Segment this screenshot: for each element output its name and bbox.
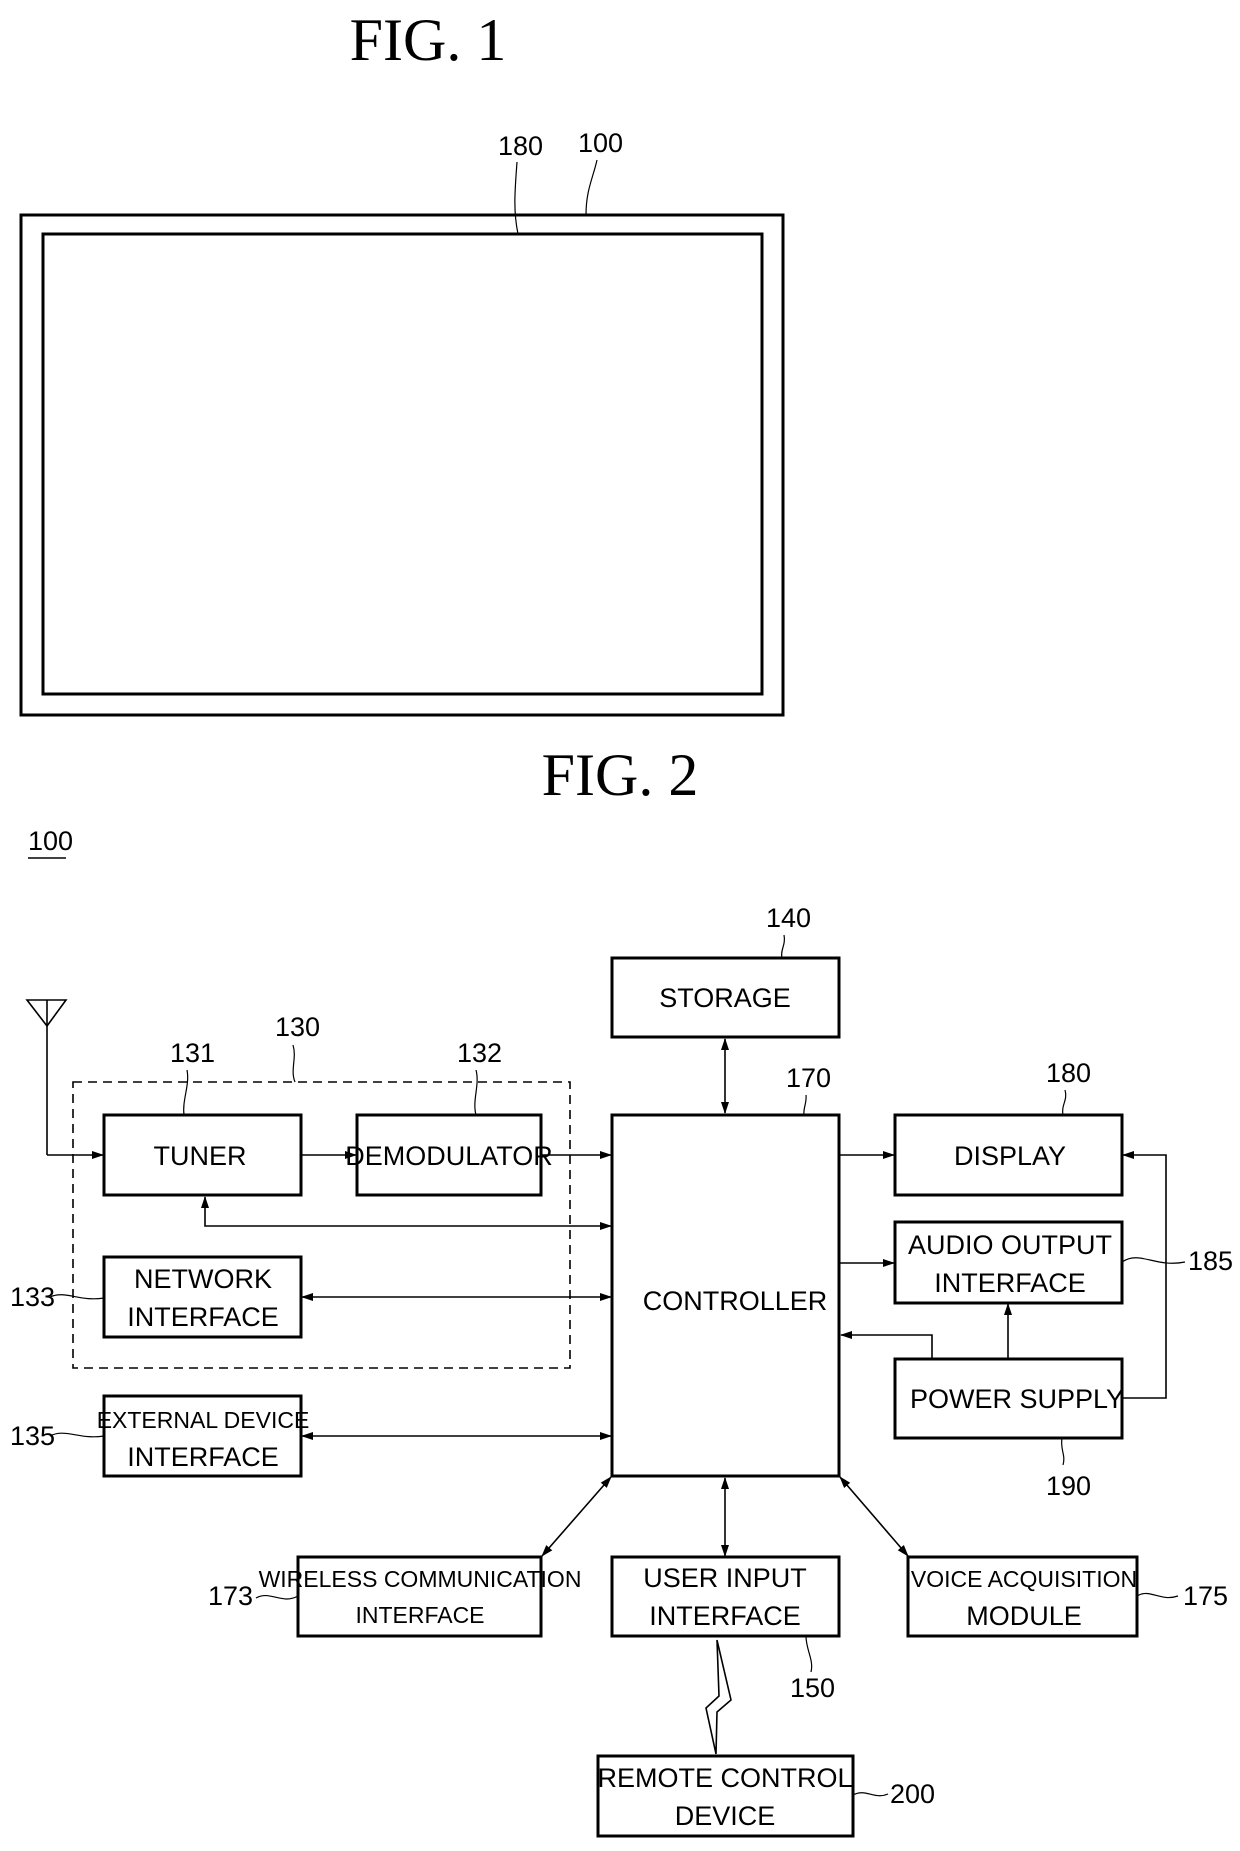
remote-control-device-block: REMOTE CONTROL DEVICE 200 — [596, 1754, 935, 1838]
storage-label: STORAGE — [659, 983, 791, 1013]
ref-label-140: 140 — [766, 903, 811, 933]
leader-line-180 — [1062, 1089, 1067, 1116]
leader-line-170 — [803, 1094, 807, 1116]
ref-label-131: 131 — [170, 1038, 215, 1068]
leader-line-130 — [292, 1044, 296, 1083]
controller-block: CONTROLLER 170 — [610, 1063, 841, 1478]
external-device-label-line1: EXTERNAL DEVICE — [97, 1407, 310, 1433]
controller-label: CONTROLLER — [643, 1286, 828, 1316]
arrow-power-controller — [840, 1331, 933, 1359]
leader-line-190 — [1060, 1437, 1065, 1466]
ref-label-135: 135 — [10, 1421, 55, 1451]
ref-label-173: 173 — [208, 1581, 253, 1611]
tv-bezel — [19, 213, 785, 717]
network-interface-label-line2: INTERFACE — [127, 1302, 279, 1332]
leader-line-200 — [852, 1792, 889, 1797]
arrow-power-display — [1122, 1151, 1167, 1399]
fig1-title: FIG. 1 — [350, 7, 507, 73]
power-supply-block: POWER SUPPLY 190 — [893, 1357, 1124, 1501]
audio-output-label-line2: INTERFACE — [934, 1268, 1086, 1298]
ref-label-133: 133 — [10, 1282, 55, 1312]
network-interface-block: NETWORK INTERFACE 133 — [10, 1255, 303, 1339]
storage-block: STORAGE 140 — [610, 903, 841, 1039]
wireless-label-line2: INTERFACE — [355, 1602, 484, 1628]
user-input-label-line1: USER INPUT — [643, 1563, 807, 1593]
ref-label-175: 175 — [1183, 1581, 1228, 1611]
fig2: FIG. 2 100 130 STORAGE 140 CONTROLLER 17… — [10, 742, 1233, 1838]
arrow-controller-tuner — [201, 1196, 612, 1230]
ref-label-180: 180 — [1046, 1058, 1091, 1088]
leader-line-display — [514, 161, 519, 235]
voice-acquisition-module-block: VOICE ACQUISITION MODULE 175 — [906, 1555, 1228, 1638]
leader-line-133 — [49, 1294, 105, 1300]
fig1: FIG. 1 180 100 — [19, 7, 785, 717]
display-block: DISPLAY 180 — [893, 1058, 1124, 1197]
leader-line-140 — [780, 934, 786, 959]
ref-label-150: 150 — [790, 1673, 835, 1703]
leader-line-175 — [1136, 1592, 1179, 1599]
ref-label-display: 180 — [498, 131, 543, 161]
ref-label-132: 132 — [457, 1038, 502, 1068]
patent-drawing-sheet: FIG. 1 180 100 FIG. 2 100 130 STORAGE 14… — [10, 7, 1233, 1838]
ref-label-200: 200 — [890, 1779, 935, 1809]
tuner-label: TUNER — [154, 1141, 247, 1171]
antenna-icon — [25, 999, 104, 1159]
demodulator-label: DEMODULATOR — [345, 1141, 553, 1171]
device-ref-label: 100 — [28, 826, 73, 856]
remote-control-label-line1: REMOTE CONTROL — [597, 1763, 852, 1793]
external-device-interface-block: EXTERNAL DEVICE INTERFACE 135 — [10, 1394, 310, 1478]
audio-output-interface-block: AUDIO OUTPUT INTERFACE 185 — [893, 1220, 1233, 1305]
arrow-controller-wireless — [541, 1476, 612, 1557]
ref-label-device: 100 — [578, 128, 623, 158]
voice-label-line2: MODULE — [966, 1601, 1082, 1631]
ref-label-130: 130 — [275, 1012, 320, 1042]
ref-label-185: 185 — [1188, 1246, 1233, 1276]
external-device-label-line2: INTERFACE — [127, 1442, 279, 1472]
display-label: DISPLAY — [954, 1141, 1066, 1171]
arrow-controller-voice — [839, 1476, 909, 1557]
user-input-interface-block: USER INPUT INTERFACE 150 — [610, 1555, 841, 1703]
leader-line-132 — [474, 1069, 478, 1116]
leader-line-device — [585, 159, 598, 216]
power-supply-label: POWER SUPPLY — [910, 1384, 1124, 1414]
ref-label-170: 170 — [786, 1063, 831, 1093]
tuner-block: TUNER 131 — [102, 1038, 303, 1197]
remote-control-label-line2: DEVICE — [675, 1801, 776, 1831]
wireless-link-icon — [705, 1639, 732, 1755]
demodulator-block: DEMODULATOR 132 — [345, 1038, 553, 1197]
leader-line-131 — [183, 1069, 189, 1116]
voice-label-line1: VOICE ACQUISITION — [911, 1566, 1137, 1592]
leader-line-173 — [255, 1594, 299, 1600]
audio-output-label-line1: AUDIO OUTPUT — [908, 1230, 1112, 1260]
user-input-label-line2: INTERFACE — [649, 1601, 801, 1631]
wireless-communication-interface-block: WIRELESS COMMUNICATION INTERFACE 173 — [208, 1555, 582, 1638]
leader-line-135 — [49, 1432, 105, 1438]
leader-line-150 — [805, 1635, 813, 1673]
fig2-title: FIG. 2 — [542, 742, 699, 808]
ref-label-190: 190 — [1046, 1471, 1091, 1501]
network-interface-label-line1: NETWORK — [134, 1264, 272, 1294]
leader-line-185 — [1121, 1257, 1186, 1264]
tv-display-panel — [41, 232, 764, 696]
wireless-label-line1: WIRELESS COMMUNICATION — [259, 1566, 582, 1592]
